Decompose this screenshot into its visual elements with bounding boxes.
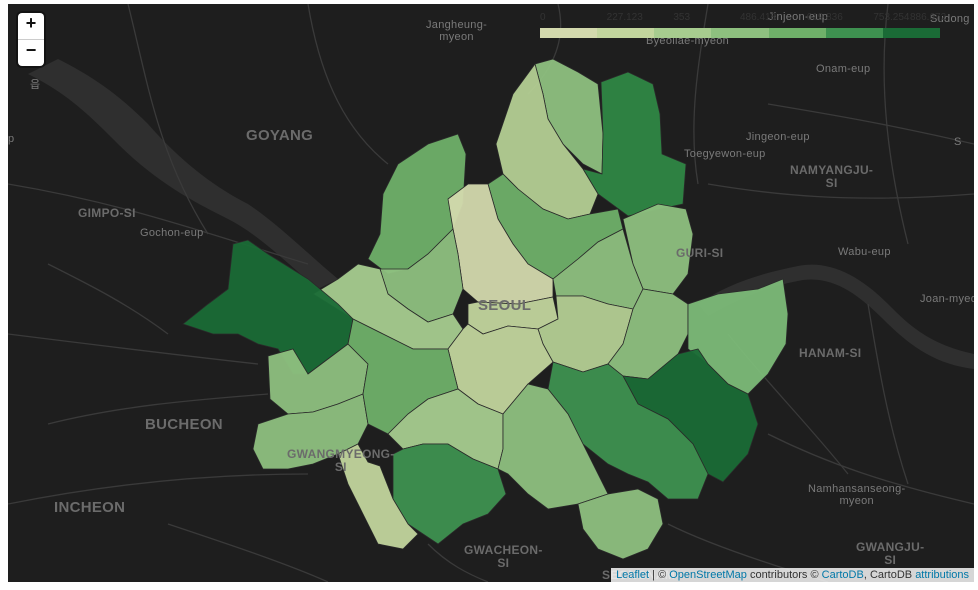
place-label-gwacheon: GWACHEON- SI	[464, 543, 543, 570]
place-label-joan: Joan-myeo	[920, 293, 974, 305]
place-label-gwangju: GWANGJU- SI	[856, 540, 925, 567]
zoom-out-button[interactable]: −	[18, 39, 44, 66]
attribution-separator: | ©	[649, 569, 670, 581]
color-legend: 0 227.123 353 486.418 619.836 753.254 886.672	[540, 12, 946, 42]
legend-swatch	[882, 28, 940, 38]
attribution-contributors: contributors ©	[746, 569, 822, 581]
place-label-gochon: Gochon-eup	[140, 227, 204, 239]
place-label-s-right: S	[954, 136, 962, 148]
legend-swatch	[711, 28, 769, 38]
place-label-jangheung: Jangheung- myeon	[426, 19, 488, 43]
place-label-namhansanseong: Namhansanseong- myeon	[808, 483, 906, 507]
legend-tick-label: 886.672	[910, 12, 947, 23]
place-label-wabu: Wabu-eup	[838, 246, 891, 258]
place-label-topleft: 읍	[30, 79, 41, 91]
place-label-p-left: p	[8, 133, 15, 145]
place-label-jingeon: Jingeon-eup	[746, 131, 810, 143]
legend-colorbar	[540, 28, 940, 38]
place-label-guri: GURI-SI	[676, 246, 724, 260]
legend-tick-label: 753.254	[873, 12, 910, 23]
place-label-onam: Onam-eup	[816, 63, 871, 75]
legend-tick-label: 486.418	[740, 12, 777, 23]
place-label-gimpo: GIMPO-SI	[78, 206, 136, 220]
legend-tick-label: 0	[540, 12, 546, 23]
legend-swatch	[768, 28, 826, 38]
place-label-goyang: GOYANG	[246, 127, 314, 144]
place-label-toegyewon: Toegyewon-eup	[684, 148, 766, 160]
attribution: Leaflet | © OpenStreetMap contributors ©…	[611, 568, 974, 582]
legend-tick-label: 353	[673, 12, 691, 23]
district-gangseo[interactable]	[182, 239, 354, 375]
han-river	[28, 59, 338, 289]
map-canvas[interactable]: GOYANG GIMPO-SI Gochon-eup Jangheung- myeon…	[8, 4, 974, 582]
place-label-incheon: INCHEON	[54, 499, 126, 516]
legend-swatch	[654, 28, 712, 38]
district-seocho-south[interactable]	[577, 488, 664, 560]
legend-tick-label: 619.836	[806, 12, 843, 23]
zoom-control: + −	[18, 13, 44, 66]
legend-tick-label: 227.123	[606, 12, 643, 23]
place-label-gwangmyeong: GWANGMYEONG- SI	[287, 447, 395, 474]
attribution-tail: , CartoDB	[863, 569, 916, 581]
place-label-bucheon: BUCHEON	[145, 416, 223, 433]
legend-swatch	[825, 28, 883, 38]
cartodb-link[interactable]: CartoDB	[822, 569, 864, 581]
place-label-seoul: SEOUL	[478, 297, 532, 314]
place-label-namyangju: NAMYANGJU- SI	[790, 163, 874, 190]
place-label-hanam: HANAM-SI	[799, 346, 862, 360]
attributions-link[interactable]: attributions	[915, 569, 969, 581]
legend-swatch	[597, 28, 655, 38]
leaflet-link[interactable]: Leaflet	[616, 569, 649, 581]
legend-swatch	[540, 28, 598, 38]
osm-link[interactable]: OpenStreetMap	[669, 569, 747, 581]
zoom-in-button[interactable]: +	[18, 13, 44, 39]
